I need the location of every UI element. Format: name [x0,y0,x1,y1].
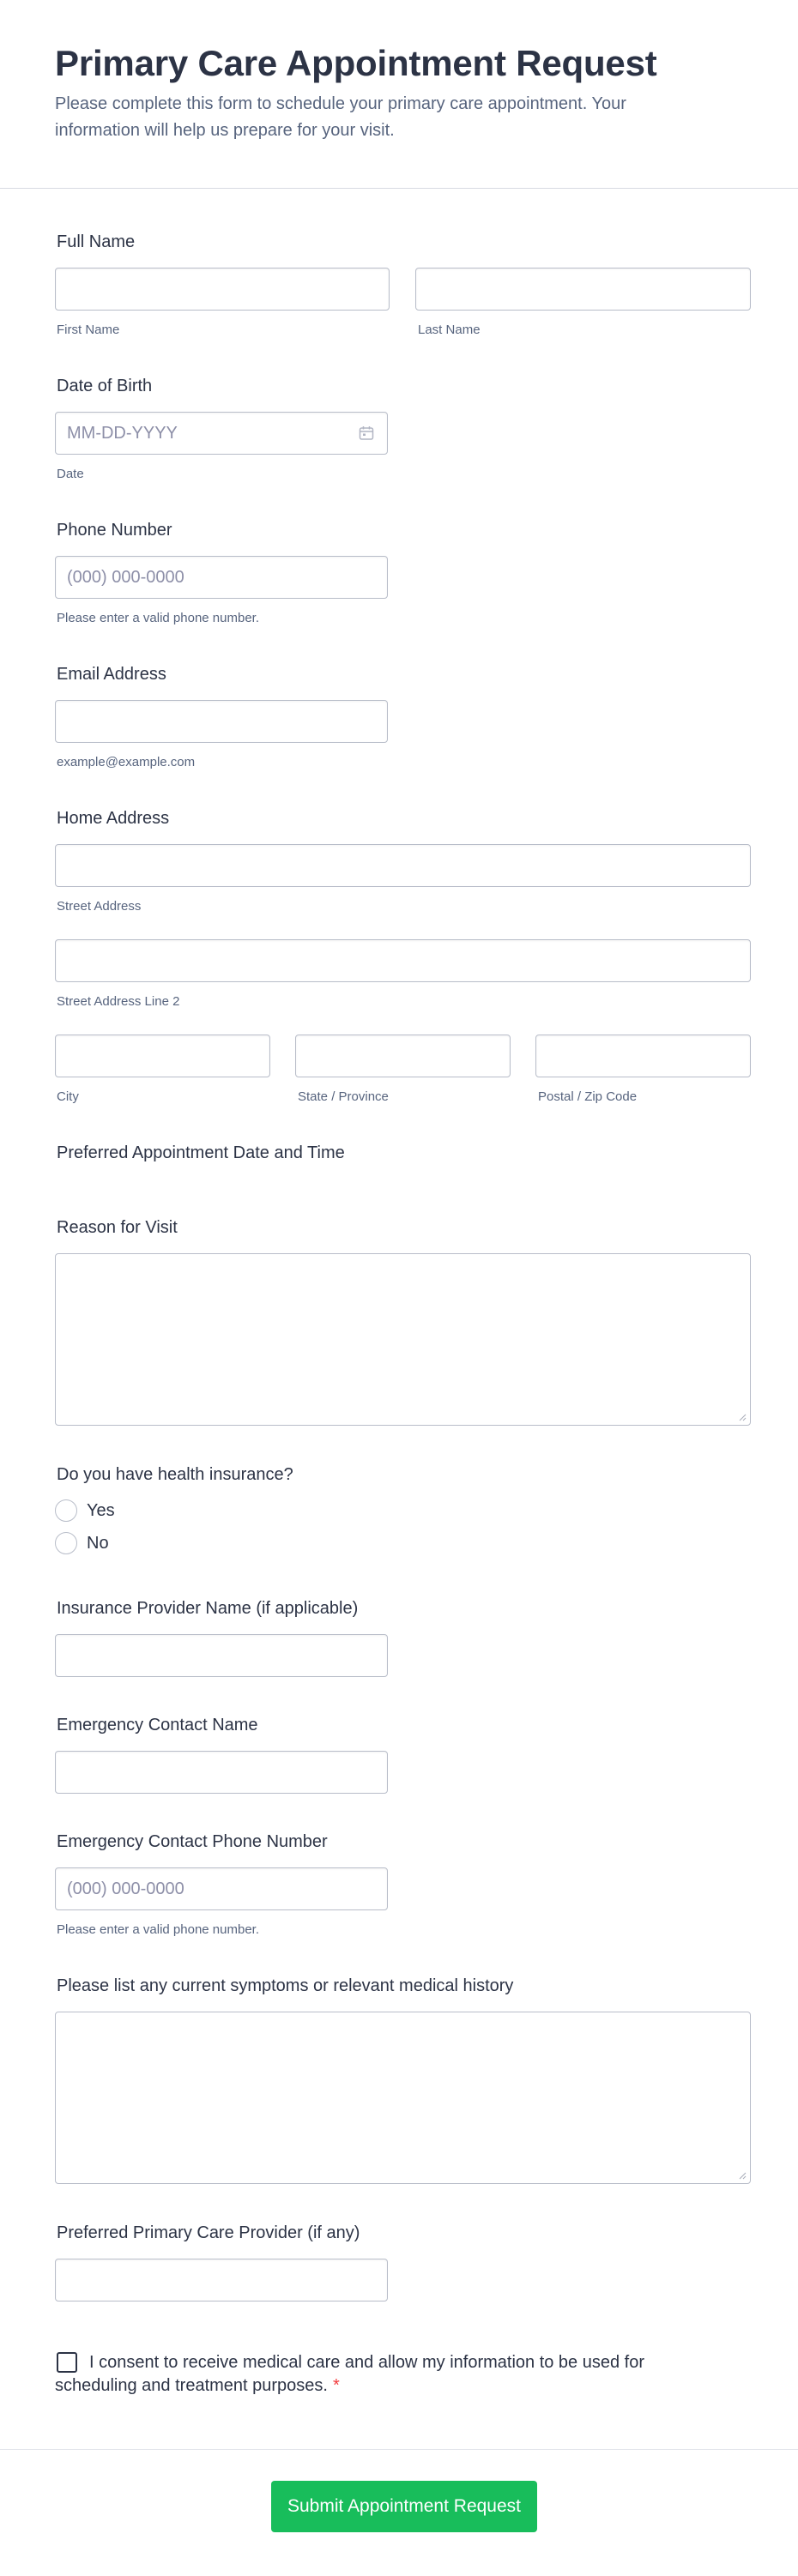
street-address-input[interactable] [55,844,751,887]
provider-label: Preferred Primary Care Provider (if any) [57,2223,360,2242]
resize-grip-icon[interactable] [738,2171,747,2180]
insurance-label: Do you have health insurance? [57,1465,293,1484]
reason-textarea[interactable] [55,1253,751,1426]
radio-yes-label: Yes [87,1501,115,1520]
insurance-provider-input[interactable] [55,1634,388,1677]
resize-grip-icon[interactable] [738,1413,747,1421]
city-sublabel: City [57,1089,79,1104]
street-address-line2-sublabel: Street Address Line 2 [57,994,180,1009]
full-name-label: Full Name [57,232,136,251]
phone-input[interactable]: (000) 000-0000 [55,556,388,599]
calendar-icon[interactable] [358,425,375,442]
email-label: Email Address [57,665,166,684]
first-name-input[interactable] [55,268,390,311]
first-name-sublabel: First Name [57,323,120,337]
emergency-phone-placeholder: (000) 000-0000 [67,1879,184,1898]
radio-no[interactable] [55,1532,77,1554]
street-address-line2-input[interactable] [55,939,751,982]
radio-no-label: No [87,1534,109,1553]
symptoms-label: Please list any current symptoms or rele… [57,1976,514,1995]
form-header: Primary Care Appointment Request Please … [0,0,798,189]
email-sublabel: example@example.com [57,755,196,769]
email-input[interactable] [55,700,388,743]
submit-button[interactable]: Submit Appointment Request [271,2481,537,2532]
insurance-provider-label: Insurance Provider Name (if applicable) [57,1599,359,1618]
reason-label: Reason for Visit [57,1218,178,1237]
phone-placeholder: (000) 000-0000 [67,568,184,587]
radio-yes[interactable] [55,1499,77,1522]
dob-label: Date of Birth [57,377,153,395]
provider-input[interactable] [55,2259,388,2302]
consent-label: I consent to receive medical care and al… [55,2353,644,2395]
state-input[interactable] [295,1035,511,1077]
form-title: Primary Care Appointment Request [55,43,657,83]
city-input[interactable] [55,1035,270,1077]
required-mark: * [332,2376,340,2395]
last-name-sublabel: Last Name [418,323,481,337]
last-name-input[interactable] [415,268,751,311]
state-sublabel: State / Province [298,1089,389,1104]
consent-text: I consent to receive medical care and al… [55,2351,673,2398]
dob-sublabel: Date [57,467,84,481]
street-address-sublabel: Street Address [57,899,142,914]
form-subtitle: Please complete this form to schedule yo… [55,94,626,140]
zip-sublabel: Postal / Zip Code [538,1089,638,1104]
dob-input[interactable]: MM-DD-YYYY [55,412,388,455]
emergency-phone-input[interactable]: (000) 000-0000 [55,1867,388,1910]
consent-checkbox[interactable] [57,2352,77,2373]
appointment-label: Preferred Appointment Date and Time [57,1143,345,1162]
zip-input[interactable] [535,1035,751,1077]
phone-sublabel: Please enter a valid phone number. [57,611,259,625]
dob-placeholder: MM-DD-YYYY [67,424,178,443]
emergency-phone-sublabel: Please enter a valid phone number. [57,1922,259,1937]
phone-label: Phone Number [57,521,172,540]
emergency-name-input[interactable] [55,1751,388,1794]
footer-divider [0,2449,798,2450]
symptoms-textarea[interactable] [55,2012,751,2184]
emergency-name-label: Emergency Contact Name [57,1716,258,1734]
address-label: Home Address [57,809,170,828]
emergency-phone-label: Emergency Contact Phone Number [57,1832,328,1851]
